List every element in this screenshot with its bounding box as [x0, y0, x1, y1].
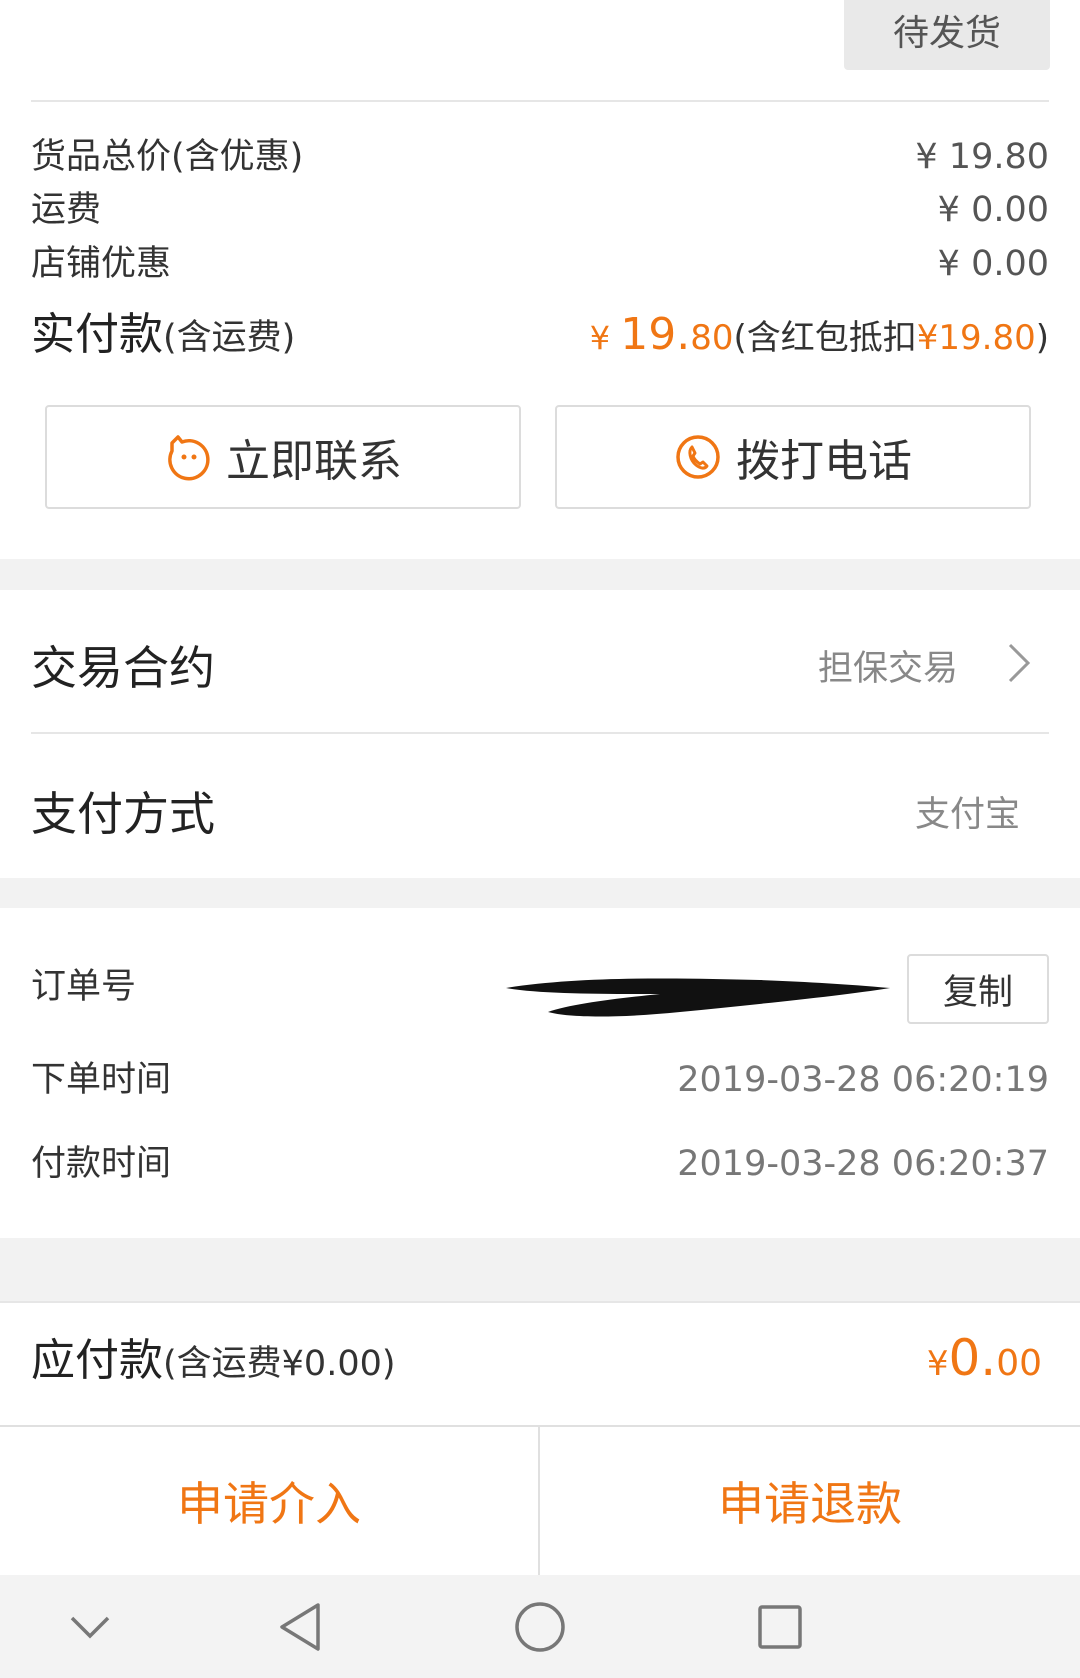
order-created-value: 2019-03-28 06:20:19: [677, 1060, 1049, 1100]
contact-now-label: 立即联系: [226, 436, 402, 487]
recents-square-icon: [758, 1604, 802, 1649]
contract-row[interactable]: 交易合约 担保交易: [0, 590, 1080, 732]
payment-method-value: 支付宝: [914, 795, 1020, 835]
phone-icon: [676, 435, 720, 479]
system-navigation-bar: [0, 1575, 1080, 1678]
chevron-right-icon: [1008, 643, 1031, 683]
chevron-down-icon: [70, 1616, 110, 1638]
payable-bar: 应付款(含运费¥0.00) ¥0.00: [0, 1301, 1080, 1427]
paid-note-suffix: ): [1035, 318, 1049, 358]
contract-label: 交易合约: [31, 641, 215, 695]
home-circle-icon: [515, 1601, 565, 1652]
payment-method-label: 支付方式: [31, 787, 215, 841]
order-status-badge: 待发货: [844, 0, 1050, 70]
paid-integer: 19.: [620, 309, 691, 360]
call-phone-label: 拨打电话: [736, 436, 912, 487]
nav-back-button[interactable]: [240, 1575, 360, 1678]
paid-amount: ¥ 19.80(含红包抵扣¥19.80): [590, 313, 1049, 357]
payable-amount: ¥0.00: [927, 1333, 1042, 1383]
call-phone-button[interactable]: 拨打电话: [555, 405, 1031, 509]
apply-intervention-button[interactable]: 申请介入: [0, 1427, 538, 1575]
paid-note-prefix: (含红包抵扣: [733, 318, 917, 358]
payable-decimal: 00: [996, 1343, 1042, 1384]
paid-decimal: 80: [690, 318, 734, 358]
back-triangle-icon: [280, 1602, 320, 1651]
paid-label: 实付款(含运费): [31, 313, 295, 357]
shipping-label: 运费: [31, 190, 102, 230]
nav-hide-button[interactable]: [30, 1575, 150, 1678]
paid-currency: ¥: [589, 319, 621, 357]
contact-now-button[interactable]: 立即联系: [45, 405, 521, 509]
paid-label-main: 实付款: [31, 309, 163, 360]
paid-time-label: 付款时间: [31, 1144, 172, 1184]
paid-label-sub: (含运费): [163, 318, 296, 358]
trade-card: 交易合约 担保交易 支付方式 支付宝: [0, 590, 1080, 878]
shop-discount-value: ¥ 0.00: [937, 244, 1049, 284]
payable-integer: 0.: [948, 1329, 997, 1387]
goods-total-label: 货品总价(含优惠): [31, 137, 304, 177]
contract-value: 担保交易: [817, 649, 958, 689]
chat-face-icon: [168, 435, 210, 481]
payable-currency: ¥: [926, 1344, 949, 1384]
payable-label-sub: (含运费¥0.00): [163, 1344, 396, 1384]
nav-recents-button[interactable]: [720, 1575, 840, 1678]
order-summary-card: 待发货 货品总价(含优惠) ¥ 19.80 运费 ¥ 0.00 店铺优惠 ¥ 0…: [0, 0, 1080, 559]
paid-time-value: 2019-03-28 06:20:37: [677, 1144, 1049, 1184]
apply-refund-button[interactable]: 申请退款: [540, 1427, 1080, 1575]
paid-note-amount: ¥19.80: [916, 318, 1036, 358]
order-info-card: 订单号 复制 下单时间 2019-03-28 06:20:19 付款时间 201…: [0, 908, 1080, 1238]
order-created-label: 下单时间: [31, 1060, 172, 1100]
shop-discount-label: 店铺优惠: [31, 244, 172, 284]
goods-total-value: ¥ 19.80: [915, 137, 1049, 177]
nav-home-button[interactable]: [480, 1575, 600, 1678]
payable-label-main: 应付款: [31, 1335, 163, 1386]
divider: [31, 732, 1049, 734]
order-no-label: 订单号: [31, 967, 137, 1007]
payable-label: 应付款(含运费¥0.00): [31, 1339, 396, 1383]
copy-order-no-button[interactable]: 复制: [907, 954, 1049, 1024]
shipping-value: ¥ 0.00: [937, 190, 1049, 230]
divider: [31, 100, 1049, 102]
order-no-redaction: [506, 978, 890, 1017]
